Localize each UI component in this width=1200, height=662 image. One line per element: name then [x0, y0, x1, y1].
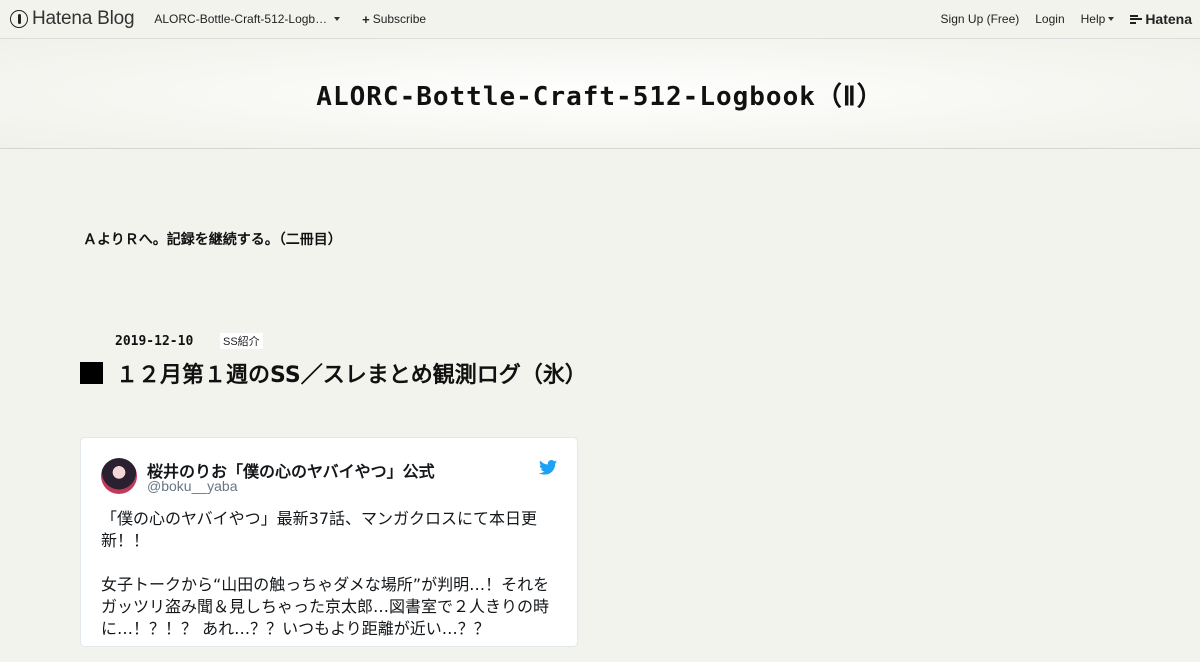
- entry-date[interactable]: 2019-12-10: [115, 334, 193, 349]
- tweet-author-handle[interactable]: @boku__yaba: [147, 478, 238, 494]
- tweet-paragraph: 女子トークから“山田の触っちゃダメな場所”が判明…！それをガッツリ盗み聞＆見しち…: [101, 575, 550, 638]
- help-label: Help: [1080, 12, 1106, 26]
- entry-category[interactable]: SS紹介: [220, 333, 263, 349]
- caret-down-icon: [334, 17, 341, 21]
- blog-name-label: ALORC-Bottle-Craft-512-Logb…: [154, 12, 328, 26]
- avatar[interactable]: [101, 458, 137, 494]
- hatena-brand-link[interactable]: Hatena: [1130, 11, 1192, 27]
- help-menu[interactable]: Help: [1081, 12, 1115, 26]
- subscribe-label: Subscribe: [372, 12, 427, 26]
- login-link[interactable]: Login: [1035, 12, 1064, 26]
- blog-header: ALORC-Bottle-Craft-512-Logbook（Ⅱ）: [0, 39, 1200, 149]
- hatena-blog-logo[interactable]: Hatena Blog: [10, 8, 135, 30]
- account-nav: Sign Up (Free) Login Help Hatena: [925, 0, 1192, 38]
- signup-link[interactable]: Sign Up (Free): [941, 12, 1020, 26]
- global-header: Hatena Blog ALORC-Bottle-Craft-512-Logb……: [0, 0, 1200, 39]
- twitter-bird-icon[interactable]: [539, 460, 557, 475]
- subscribe-button[interactable]: + Subscribe: [362, 12, 426, 27]
- logo-text: Hatena Blog: [32, 8, 135, 29]
- hatena-pen-icon: [10, 10, 28, 28]
- title-bullet: [80, 362, 103, 384]
- blog-name-dropdown[interactable]: ALORC-Bottle-Craft-512-Logb…: [154, 12, 341, 26]
- tweet-paragraph: 「僕の心のヤバイやつ」最新37話、マンガクロスにて本日更新！！: [101, 509, 538, 550]
- plus-icon: +: [362, 11, 370, 27]
- blog-title[interactable]: ALORC-Bottle-Craft-512-Logbook（Ⅱ）: [316, 74, 883, 113]
- hatena-brand-label: Hatena: [1145, 11, 1192, 27]
- caret-down-icon: [1108, 17, 1115, 21]
- entry-title: １２月第１週のSS／スレまとめ観測ログ（氷）: [80, 357, 587, 389]
- hatena-lines-icon: [1130, 13, 1143, 25]
- blog-description: ＡよりＲへ。記録を継続する。（二冊目）: [83, 232, 342, 248]
- entry-title-text[interactable]: １２月第１週のSS／スレまとめ観測ログ（氷）: [116, 357, 587, 389]
- tweet-body: 「僕の心のヤバイやつ」最新37話、マンガクロスにて本日更新！！ 女子トークから“…: [101, 508, 563, 662]
- embedded-tweet[interactable]: 桜井のりお「僕の心のヤバイやつ」公式 @boku__yaba 「僕の心のヤバイや…: [80, 437, 578, 647]
